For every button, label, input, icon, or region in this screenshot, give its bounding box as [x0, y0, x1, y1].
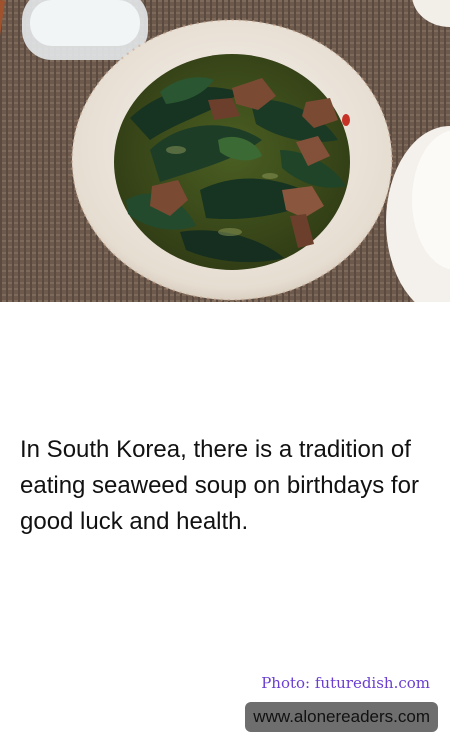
photo — [0, 0, 450, 302]
fact-text: In South Korea, there is a tradition of … — [20, 436, 419, 535]
photo-credit: Photo: futuredish.com — [261, 674, 430, 692]
water-glass — [22, 0, 148, 60]
seaweed-soup-photo — [0, 0, 450, 302]
site-url-badge[interactable]: www.alonereaders.com — [245, 702, 438, 732]
chili — [342, 114, 350, 126]
